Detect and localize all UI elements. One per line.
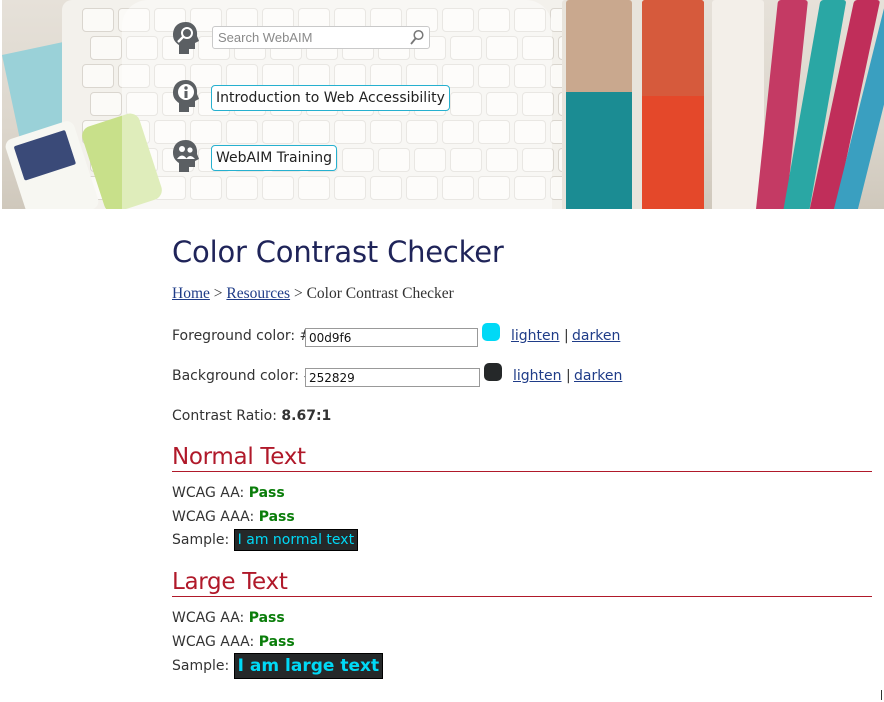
foreground-lighten-link[interactable]: lighten [511, 328, 560, 344]
magnifier-icon[interactable] [409, 29, 425, 46]
breadcrumb-separator: > [209, 285, 227, 302]
normal-text-heading: Normal Text [172, 444, 872, 472]
normal-aa-result: WCAG AA: Pass [172, 485, 285, 501]
contrast-ratio: Contrast Ratio: 8.67:1 [172, 408, 331, 424]
background-darken-link[interactable]: darken [574, 368, 622, 384]
link-separator: | [566, 368, 571, 384]
breadcrumb: Home > Resources > Color Contrast Checke… [172, 285, 454, 303]
background-lighten-link[interactable]: lighten [513, 368, 562, 384]
large-text-heading: Large Text [172, 569, 872, 597]
sample-label: Sample: [172, 532, 234, 548]
nav-link-intro[interactable]: Introduction to Web Accessibility [211, 85, 450, 111]
background-color-swatch[interactable] [484, 363, 502, 381]
normal-aaa-result: WCAG AAA: Pass [172, 509, 295, 525]
contrast-ratio-value: 8.67:1 [281, 408, 332, 424]
normal-text-sample: I am normal text [233, 529, 359, 551]
breadcrumb-resources-link[interactable]: Resources [226, 285, 290, 302]
pass-badge: Pass [248, 485, 285, 501]
normal-sample-row: Sample: I am normal text [172, 529, 359, 551]
nav-link-training[interactable]: WebAIM Training [211, 145, 337, 171]
foreground-darken-link[interactable]: darken [572, 328, 620, 344]
people-icon [173, 140, 199, 172]
pass-badge: Pass [258, 509, 295, 525]
search-input[interactable] [213, 27, 413, 48]
keyboard-key [82, 64, 114, 88]
large-sample-row: Sample: I am large text [172, 653, 384, 679]
breadcrumb-current: Color Contrast Checker [306, 285, 454, 302]
background-hex-input[interactable] [305, 368, 480, 387]
keyboard-key [90, 36, 122, 60]
search-person-icon [173, 22, 199, 54]
keyboard-key [82, 8, 114, 32]
sample-label: Sample: [172, 658, 234, 674]
breadcrumb-separator: > [290, 285, 307, 302]
text-cursor [881, 690, 882, 700]
large-text-sample: I am large text [233, 653, 384, 679]
pass-badge: Pass [248, 610, 285, 626]
banner-photo-books [562, 0, 884, 209]
pass-badge: Pass [258, 634, 295, 650]
link-separator: | [564, 328, 569, 344]
large-aa-result: WCAG AA: Pass [172, 610, 285, 626]
foreground-color-swatch[interactable] [482, 323, 500, 341]
contrast-ratio-label: Contrast Ratio: [172, 408, 282, 424]
keyboard-key [90, 92, 122, 116]
search-box [212, 26, 430, 49]
breadcrumb-home-link[interactable]: Home [172, 285, 210, 302]
background-label: Background color: # [172, 368, 316, 384]
page-title: Color Contrast Checker [172, 235, 504, 269]
foreground-label: Foreground color: # [172, 328, 312, 344]
foreground-hex-input[interactable] [305, 328, 478, 347]
info-icon [173, 80, 199, 112]
large-aaa-result: WCAG AAA: Pass [172, 634, 295, 650]
